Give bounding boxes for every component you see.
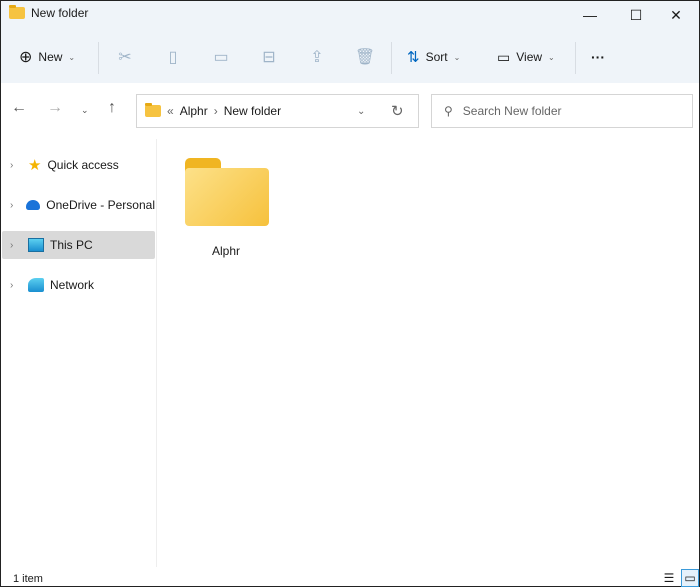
close-button[interactable]: ✕ — [653, 1, 699, 29]
address-history-chevron-icon[interactable]: ⌄ — [357, 106, 365, 117]
monitor-icon — [28, 238, 44, 252]
expand-chevron-icon[interactable]: › — [10, 200, 20, 211]
sort-label: Sort — [425, 50, 448, 64]
star-icon: ★ — [28, 157, 42, 174]
new-label: New — [38, 50, 63, 64]
view-button[interactable]: ▭ View ⌄ — [497, 39, 555, 75]
breadcrumb-alphr[interactable]: Alphr — [180, 104, 208, 118]
more-icon: ··· — [591, 49, 605, 65]
chevron-down-icon: ⌄ — [453, 52, 461, 62]
nav-item-quick-access[interactable]: › ★ Quick access — [2, 151, 155, 179]
divider — [575, 42, 576, 74]
copy-icon[interactable]: ▯ — [162, 46, 184, 68]
window-title-text: New folder — [31, 6, 89, 20]
chevron-down-icon: ⌄ — [68, 52, 76, 62]
view-label: View — [516, 50, 543, 64]
view-icon: ▭ — [497, 48, 511, 65]
nav-item-onedrive[interactable]: › OneDrive - Personal — [2, 191, 155, 219]
up-button[interactable]: ↑ — [108, 99, 116, 117]
new-button[interactable]: ⊕ New ⌄ — [19, 39, 75, 75]
delete-icon[interactable]: 🗑 — [354, 46, 376, 68]
breadcrumb-overflow[interactable]: « — [167, 104, 174, 118]
status-item-count: 1 item — [13, 573, 43, 585]
navigation-pane: › ★ Quick access › OneDrive - Personal › Thi… — [1, 139, 157, 567]
rename-icon[interactable]: ⊟ — [258, 46, 280, 68]
expand-chevron-icon[interactable]: › — [10, 240, 22, 251]
divider — [98, 42, 99, 74]
address-bar[interactable]: « Alphr › New folder ⌄ ↻ — [136, 94, 419, 128]
folder-name: Alphr — [211, 244, 240, 258]
nav-item-label: This PC — [50, 238, 93, 252]
breadcrumb-new-folder[interactable]: New folder — [224, 104, 281, 118]
large-icons-view-button[interactable]: ▭ — [681, 569, 699, 587]
folder-icon — [145, 103, 161, 117]
cut-icon[interactable]: ✂ — [114, 46, 136, 68]
folder-item[interactable]: Alphr — [181, 156, 271, 258]
nav-item-this-pc[interactable]: › This PC — [2, 231, 155, 259]
title-and-command-bar: New folder — ☐ ✕ ⊕ New ⌄ ✂ ▯ ▭ ⊟ ⇪ 🗑 ⇅ Sort… — [1, 1, 699, 83]
chevron-down-icon: ⌄ — [548, 52, 555, 62]
divider — [391, 42, 392, 74]
details-view-button[interactable]: ☰ — [660, 569, 678, 587]
nav-item-label: OneDrive - Personal — [46, 198, 155, 212]
refresh-icon[interactable]: ↻ — [391, 102, 404, 120]
cloud-icon — [26, 200, 41, 210]
expand-chevron-icon[interactable]: › — [10, 160, 22, 171]
window-title: New folder — [9, 5, 89, 20]
network-icon — [28, 278, 44, 292]
share-icon[interactable]: ⇪ — [306, 46, 328, 68]
sort-icon: ⇅ — [407, 49, 420, 66]
folder-icon — [183, 156, 269, 226]
nav-item-network[interactable]: › Network — [2, 271, 155, 299]
search-box[interactable]: ⚲ Search New folder — [431, 94, 693, 128]
breadcrumb-chevron-icon: › — [213, 104, 218, 118]
forward-button[interactable]: → — [47, 99, 63, 117]
paste-icon[interactable]: ▭ — [210, 46, 232, 68]
minimize-button[interactable]: — — [567, 1, 613, 29]
recent-locations-button[interactable]: ⌄ — [81, 105, 89, 116]
search-input[interactable]: Search New folder — [463, 104, 562, 118]
search-icon: ⚲ — [444, 104, 453, 118]
nav-item-label: Quick access — [47, 158, 119, 172]
back-button[interactable]: ← — [11, 99, 27, 117]
sort-button[interactable]: ⇅ Sort ⌄ — [407, 39, 460, 75]
plus-circle-icon: ⊕ — [19, 49, 33, 66]
file-explorer-window: New folder — ☐ ✕ ⊕ New ⌄ ✂ ▯ ▭ ⊟ ⇪ 🗑 ⇅ Sort… — [0, 0, 700, 587]
nav-item-label: Network — [50, 278, 95, 292]
expand-chevron-icon[interactable]: › — [10, 280, 22, 291]
more-options-button[interactable]: ··· — [591, 39, 605, 75]
folder-icon — [9, 5, 25, 19]
